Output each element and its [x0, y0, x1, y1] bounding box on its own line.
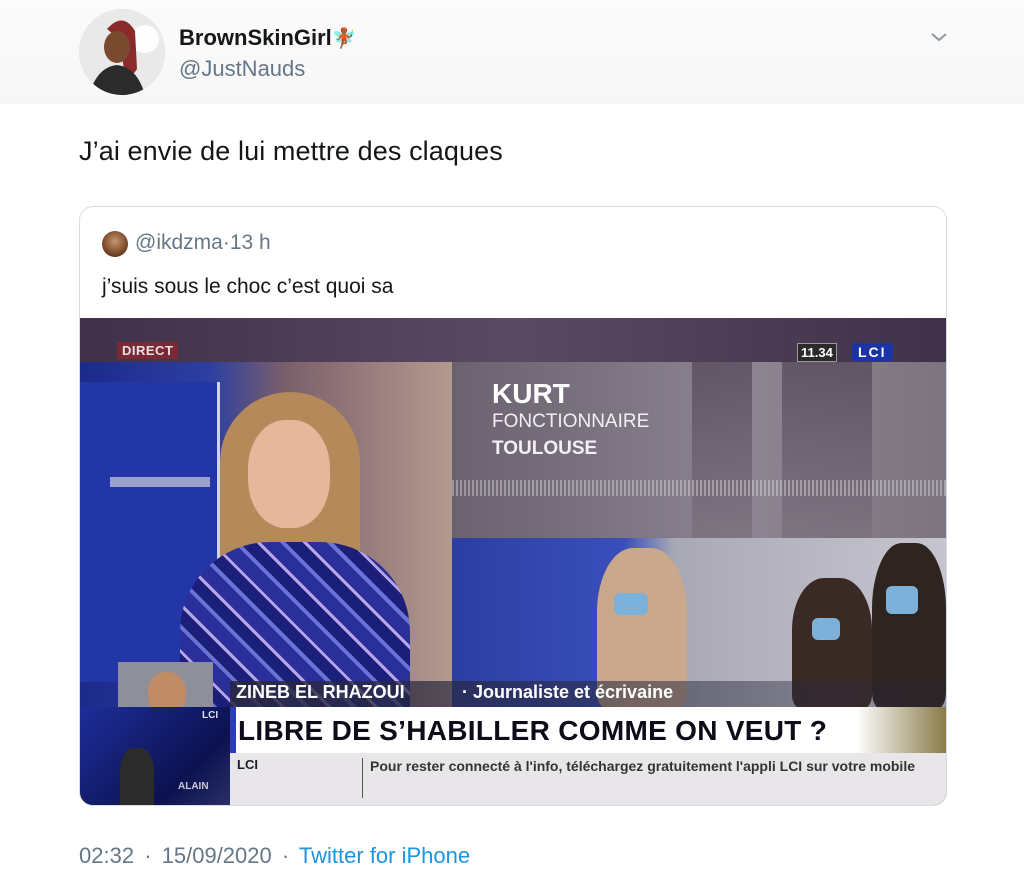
promo-figure	[120, 748, 154, 805]
quoted-author-handle: @ikdzma	[135, 231, 223, 254]
face-mask-icon	[886, 586, 918, 614]
chevron-down-icon[interactable]	[930, 30, 948, 44]
background-figure	[692, 362, 752, 538]
quoted-author-meta: @ikdzma·13 h	[135, 231, 271, 255]
broadcast-clock: 11.34	[797, 343, 837, 362]
fairy-emoji-icon: 🧚🏾	[331, 28, 357, 50]
presenter-figure	[180, 392, 410, 742]
studio-stripe	[110, 477, 210, 487]
quoted-author-avatar	[102, 231, 128, 257]
author-display-name[interactable]: BrownSkinGirl🧚🏾	[179, 25, 357, 51]
avatar-photo	[79, 9, 165, 95]
headline-text: LIBRE DE S’HABILLER COMME ON VEUT ?	[238, 715, 828, 746]
tweet-source-link[interactable]: Twitter for iPhone	[299, 843, 470, 868]
guest-name: ZINEB EL RHAZOUI	[236, 682, 405, 702]
ticker-divider	[362, 758, 363, 798]
tweet-meta: 02:32 · 15/09/2020 · Twitter for iPhone	[79, 843, 470, 869]
guest-title: · Journaliste et écrivaine	[462, 682, 674, 702]
quoted-tweet-age: 13 h	[229, 231, 271, 254]
author-avatar[interactable]	[79, 9, 165, 95]
author-handle[interactable]: @JustNauds	[179, 56, 305, 82]
live-badge: DIRECT	[117, 342, 179, 359]
ticker-label: LCI	[237, 757, 258, 772]
background-figure	[782, 362, 872, 538]
face-mask-icon	[614, 593, 648, 615]
promo-name: ALAIN	[178, 781, 209, 792]
caller-job: FONCTIONNAIRE	[492, 411, 650, 432]
tweet-text: J’ai envie de lui mettre des claques	[79, 136, 503, 166]
author-name-text: BrownSkinGirl	[179, 25, 332, 50]
headline-tail	[856, 707, 946, 753]
ticker-text: Pour rester connecté à l'info, télécharg…	[370, 758, 916, 774]
promo-label: LCI	[202, 710, 219, 721]
caller-name: KURT	[492, 378, 570, 409]
studio-scene	[80, 362, 452, 754]
quoted-tweet-card[interactable]: @ikdzma·13 h j’suis sous le choc c’est q…	[79, 206, 947, 806]
audio-waveform	[452, 480, 946, 496]
face-mask-icon	[812, 618, 840, 640]
meta-separator: ·	[281, 843, 290, 868]
presenter-face	[248, 420, 330, 528]
video-player[interactable]: DIRECT 11.34 LCI KURT FONCTIONNAIRE TOUL…	[80, 318, 946, 805]
caller-city: TOULOUSE	[492, 438, 598, 459]
tweet-date[interactable]: 15/09/2020	[162, 843, 272, 868]
headline-accent	[230, 707, 236, 753]
tweet-time[interactable]: 02:32	[79, 843, 134, 868]
meta-separator: ·	[144, 843, 152, 868]
channel-logo: LCI	[852, 343, 893, 361]
meta-separator: ·	[222, 231, 230, 254]
quoted-tweet-text: j’suis sous le choc c’est quoi sa	[102, 275, 394, 298]
